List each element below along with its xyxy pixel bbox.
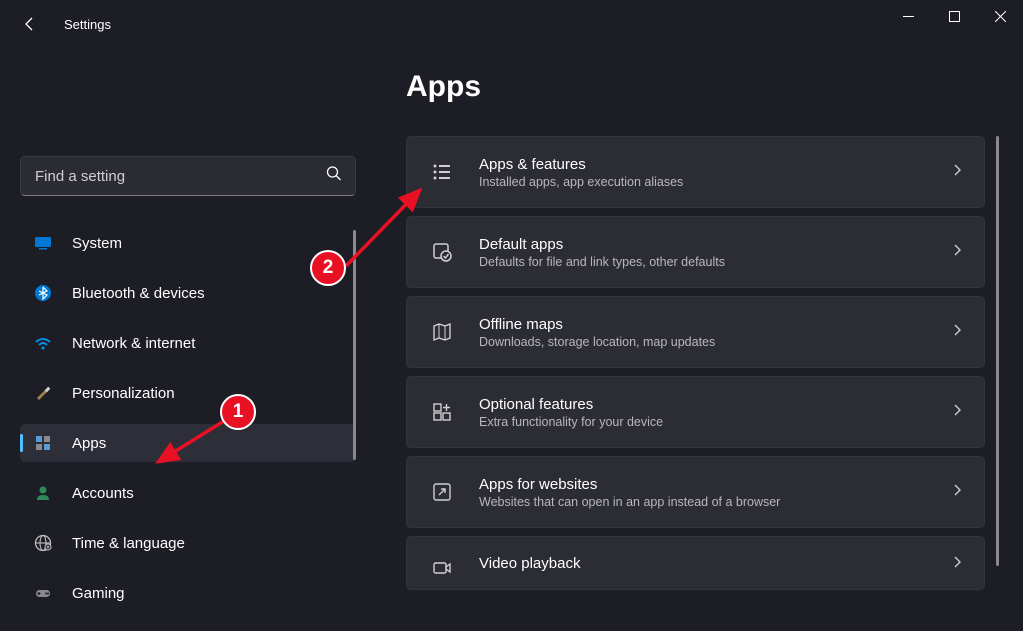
chevron-right-icon — [952, 555, 962, 574]
sidebar-item-label: Time & language — [72, 535, 185, 552]
sidebar: System Bluetooth & devices Network & inter… — [0, 48, 370, 600]
defaults-icon — [429, 239, 455, 265]
card-title: Video playback — [479, 555, 942, 572]
titlebar: Settings — [0, 0, 1023, 48]
wifi-icon — [34, 334, 52, 352]
maximize-button[interactable] — [931, 0, 977, 32]
main-scrollbar[interactable] — [996, 136, 999, 566]
bluetooth-icon — [34, 284, 52, 302]
sidebar-item-label: System — [72, 235, 122, 252]
list-icon — [429, 159, 455, 185]
card-apps-features[interactable]: Apps & features Installed apps, app execu… — [406, 136, 985, 208]
card-offline-maps[interactable]: Offline maps Downloads, storage location,… — [406, 296, 985, 368]
close-button[interactable] — [977, 0, 1023, 32]
card-subtitle: Extra functionality for your device — [479, 415, 942, 429]
sidebar-scroll: System Bluetooth & devices Network & inter… — [20, 224, 356, 600]
sidebar-item-apps[interactable]: Apps — [20, 424, 356, 462]
sidebar-item-label: Bluetooth & devices — [72, 285, 205, 302]
card-title: Default apps — [479, 236, 942, 253]
sidebar-item-label: Apps — [72, 435, 106, 452]
card-apps-for-websites[interactable]: Apps for websites Websites that can open … — [406, 456, 985, 528]
sidebar-item-time-language[interactable]: Time & language — [20, 524, 356, 562]
window-title: Settings — [64, 17, 111, 32]
external-icon — [429, 479, 455, 505]
sidebar-item-label: Accounts — [72, 485, 134, 502]
sidebar-item-bluetooth-devices[interactable]: Bluetooth & devices — [20, 274, 356, 312]
page-title: Apps — [406, 70, 1005, 104]
chevron-right-icon — [952, 243, 962, 262]
monitor-icon — [34, 234, 52, 252]
back-button[interactable] — [20, 14, 40, 34]
user-block — [20, 48, 356, 156]
search-box[interactable] — [20, 156, 356, 196]
gamepad-icon — [34, 584, 52, 602]
card-subtitle: Defaults for file and link types, other … — [479, 255, 942, 269]
plus-grid-icon — [429, 399, 455, 425]
chevron-right-icon — [952, 163, 962, 182]
person-icon — [34, 484, 52, 502]
main-content: Apps Apps & features Installed apps, app … — [370, 48, 1023, 600]
card-video-playback[interactable]: Video playback — [406, 536, 985, 590]
window-controls — [885, 0, 1023, 32]
card-subtitle: Websites that can open in an app instead… — [479, 495, 942, 509]
search-input[interactable] — [20, 156, 356, 196]
sidebar-item-system[interactable]: System — [20, 224, 356, 262]
card-title: Optional features — [479, 396, 942, 413]
brush-icon — [34, 384, 52, 402]
sidebar-scrollbar[interactable] — [353, 230, 356, 460]
sidebar-item-label: Gaming — [72, 585, 125, 602]
sidebar-item-network-internet[interactable]: Network & internet — [20, 324, 356, 362]
sidebar-item-personalization[interactable]: Personalization — [20, 374, 356, 412]
apps-icon — [34, 434, 52, 452]
video-icon — [429, 555, 455, 581]
card-default-apps[interactable]: Default apps Defaults for file and link t… — [406, 216, 985, 288]
sidebar-item-accounts[interactable]: Accounts — [20, 474, 356, 512]
chevron-right-icon — [952, 483, 962, 502]
chevron-right-icon — [952, 403, 962, 422]
card-title: Apps for websites — [479, 476, 942, 493]
card-subtitle: Downloads, storage location, map updates — [479, 335, 942, 349]
card-title: Apps & features — [479, 156, 942, 173]
chevron-right-icon — [952, 323, 962, 342]
sidebar-item-label: Network & internet — [72, 335, 195, 352]
card-title: Offline maps — [479, 316, 942, 333]
sidebar-item-gaming[interactable]: Gaming — [20, 574, 356, 612]
minimize-button[interactable] — [885, 0, 931, 32]
sidebar-item-label: Personalization — [72, 385, 175, 402]
card-optional-features[interactable]: Optional features Extra functionality for… — [406, 376, 985, 448]
search-icon — [326, 166, 342, 187]
globe-icon — [34, 534, 52, 552]
card-subtitle: Installed apps, app execution aliases — [479, 175, 942, 189]
map-icon — [429, 319, 455, 345]
